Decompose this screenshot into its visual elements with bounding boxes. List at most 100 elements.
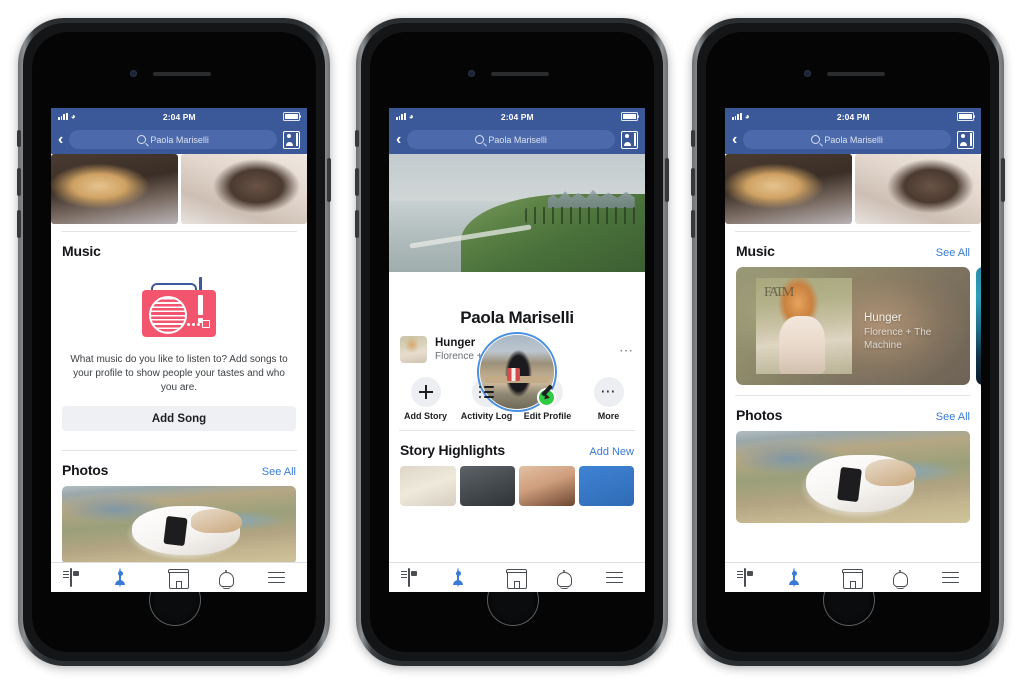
status-left: ◕ [58, 111, 76, 121]
volume-down-button[interactable] [17, 210, 21, 238]
photo-thumb[interactable] [725, 154, 852, 224]
photos-section-header: Photos See All [51, 451, 307, 486]
front-camera-icon [804, 70, 811, 77]
tab-news-feed[interactable] [407, 567, 428, 587]
tab-menu[interactable] [606, 569, 626, 587]
wifi-icon: ◕ [408, 111, 414, 121]
action-more[interactable]: ⋯ More [581, 377, 637, 421]
page-title: Paola Mariselli [460, 308, 574, 327]
tab-marketplace[interactable] [842, 568, 864, 589]
volume-up-button[interactable] [355, 168, 359, 196]
wifi-icon: ◕ [70, 111, 76, 121]
bell-icon [892, 569, 908, 589]
tab-marketplace[interactable] [506, 568, 528, 589]
story-highlight-thumb[interactable] [519, 466, 575, 506]
action-label: Add Story [403, 411, 447, 421]
story-highlights-row[interactable] [389, 466, 645, 506]
photo-thumb[interactable] [51, 154, 178, 224]
featured-photo[interactable] [62, 486, 296, 562]
photo-thumb[interactable] [854, 154, 981, 224]
pencil-icon [540, 385, 555, 400]
story-highlight-thumb[interactable] [400, 466, 456, 506]
action-add-story[interactable]: Add Story [398, 377, 454, 421]
music-card[interactable]: FATM Hunger Florence + The Machine [736, 267, 970, 385]
phone-body: ◕ 2:04 PM ‹ Paola Mariselli [355, 18, 669, 666]
search-icon [137, 135, 147, 144]
volume-down-button[interactable] [691, 210, 695, 238]
back-chevron-icon[interactable]: ‹ [396, 131, 401, 148]
back-chevron-icon[interactable]: ‹ [732, 131, 737, 148]
story-highlight-thumb[interactable] [578, 466, 634, 506]
section-title: Photos [62, 462, 109, 478]
music-card-partial[interactable] [976, 267, 981, 385]
tab-notifications[interactable] [218, 569, 239, 589]
tab-menu[interactable] [942, 569, 962, 587]
see-all-link[interactable]: See All [936, 247, 970, 259]
action-label: Activity Log [460, 411, 513, 421]
power-button[interactable] [327, 158, 331, 202]
phone-mockup-3: ◕ 2:04 PM ‹ Paola Mariselli Music See Al… [691, 18, 1005, 666]
radio-icon [142, 277, 216, 337]
tab-menu[interactable] [268, 569, 288, 587]
contacts-icon[interactable] [283, 130, 300, 149]
cover-photo[interactable] [389, 154, 645, 272]
tab-profile[interactable] [457, 567, 477, 587]
search-input[interactable]: Paola Mariselli [407, 130, 615, 149]
status-bar: ◕ 2:04 PM [725, 108, 981, 125]
back-chevron-icon[interactable]: ‹ [58, 131, 63, 148]
story-highlights-header: Story Highlights Add New [389, 431, 645, 466]
tab-news-feed[interactable] [69, 567, 90, 587]
phone-mockup-2: ◕ 2:04 PM ‹ Paola Mariselli Paola Marise… [355, 18, 669, 666]
story-highlight-thumb[interactable] [459, 466, 515, 506]
featured-photo[interactable] [736, 431, 970, 523]
status-left: ◕ [396, 111, 414, 121]
more-dots-icon: ⋯ [600, 383, 617, 400]
marketplace-icon [168, 568, 190, 589]
phone-glass: ◕ 2:04 PM ‹ Paola Mariselli [370, 32, 654, 652]
power-button[interactable] [1001, 158, 1005, 202]
add-new-link[interactable]: Add New [589, 446, 634, 458]
news-feed-icon [69, 567, 72, 587]
tab-bar [725, 562, 981, 592]
volume-up-button[interactable] [691, 168, 695, 196]
music-card-carousel[interactable]: FATM Hunger Florence + The Machine [725, 267, 981, 385]
photo-thumb[interactable] [180, 154, 307, 224]
cellular-signal-icon [58, 113, 68, 120]
volume-up-button[interactable] [17, 168, 21, 196]
phone-mockup-1: ◕ 2:04 PM ‹ Paola Mariselli Music What m… [17, 18, 331, 666]
add-song-button[interactable]: Add Song [62, 406, 296, 431]
search-input[interactable]: Paola Mariselli [743, 130, 951, 149]
search-input[interactable]: Paola Mariselli [69, 130, 277, 149]
mute-switch[interactable] [17, 130, 21, 147]
nav-bar: ‹ Paola Mariselli [51, 125, 307, 154]
tab-notifications[interactable] [556, 569, 577, 589]
bell-icon [556, 569, 572, 589]
music-section-header: Music See All [725, 232, 981, 267]
mute-switch[interactable] [355, 130, 359, 147]
search-icon [811, 135, 821, 144]
more-options-icon[interactable]: ⋯ [619, 343, 634, 357]
song-artist-line2: Machine [864, 340, 902, 351]
tab-news-feed[interactable] [743, 567, 764, 587]
tab-marketplace[interactable] [168, 568, 190, 589]
front-camera-icon [468, 70, 475, 77]
power-button[interactable] [665, 158, 669, 202]
see-all-link[interactable]: See All [936, 411, 970, 423]
phone-glass: ◕ 2:04 PM ‹ Paola Mariselli [706, 32, 990, 652]
tab-notifications[interactable] [892, 569, 913, 589]
contacts-icon[interactable] [957, 130, 974, 149]
photo-strip[interactable] [51, 154, 307, 224]
tab-profile[interactable] [119, 567, 139, 587]
tab-profile[interactable] [793, 567, 813, 587]
status-clock: 2:04 PM [500, 111, 534, 122]
screen-1: ◕ 2:04 PM ‹ Paola Mariselli Music What m… [51, 108, 307, 592]
mute-switch[interactable] [691, 130, 695, 147]
content-1: Music What music do you like to listen t… [51, 154, 307, 562]
song-artist-line1: Florence + The [864, 327, 932, 338]
cellular-signal-icon [396, 113, 406, 120]
see-all-link[interactable]: See All [262, 466, 296, 478]
volume-down-button[interactable] [355, 210, 359, 238]
photo-strip[interactable] [725, 154, 981, 224]
search-value: Paola Mariselli [488, 134, 547, 145]
contacts-icon[interactable] [621, 130, 638, 149]
